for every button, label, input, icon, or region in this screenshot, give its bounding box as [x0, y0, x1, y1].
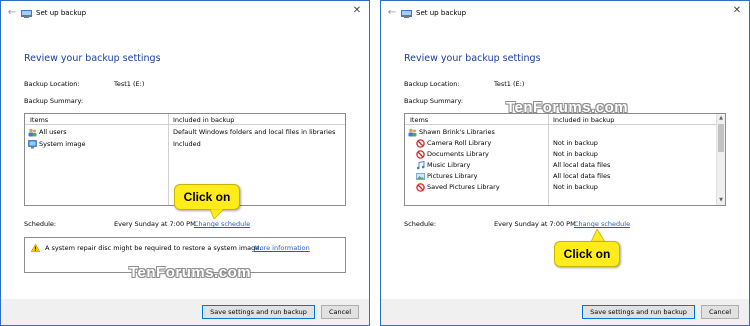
scroll-up-icon[interactable]: ▲	[717, 114, 725, 123]
warning-text: A system repair disc might be required t…	[45, 244, 262, 252]
backup-summary-label: Backup Summary:	[24, 97, 84, 105]
list-item[interactable]: Saved Pictures Library Not in backup	[405, 182, 725, 193]
blocked-icon	[416, 139, 425, 148]
click-on-callout: Click on	[174, 184, 240, 210]
backup-app-icon	[401, 10, 412, 18]
backup-location-value: Test1 (E:)	[114, 80, 145, 88]
schedule-label: Schedule:	[24, 220, 57, 228]
title-bar: ← Set up backup ✕	[1, 1, 369, 27]
list-item[interactable]: Shawn Brink's Libraries	[405, 127, 725, 138]
list-item[interactable]: Pictures Library All local data files	[405, 171, 725, 182]
list-item[interactable]: Music Library All local data files	[405, 160, 725, 171]
window-title: Set up backup	[416, 9, 467, 17]
column-included[interactable]: Included in backup	[553, 116, 614, 124]
list-item[interactable]: All users Default Windows folders and lo…	[25, 127, 345, 138]
list-item[interactable]: Camera Roll Library Not in backup	[405, 138, 725, 149]
backup-location-label: Backup Location:	[404, 80, 460, 88]
list-header: Items Included in backup	[405, 114, 716, 125]
page-heading: Review your backup settings	[404, 53, 541, 64]
setup-backup-window-left: ← Set up backup ✕ Review your backup set…	[0, 0, 370, 326]
close-icon[interactable]: ✕	[351, 5, 363, 17]
pictures-icon	[416, 173, 425, 180]
schedule-label: Schedule:	[404, 220, 437, 228]
list-scrollbar[interactable]: ▲ ▼	[716, 114, 725, 205]
button-bar: Save settings and run backup Cancel	[381, 299, 749, 325]
blocked-icon	[416, 150, 425, 159]
change-schedule-link[interactable]: Change schedule	[194, 220, 250, 228]
schedule-value: Every Sunday at 7:00 PM	[114, 220, 196, 228]
watermark: TenForums.com	[129, 264, 252, 281]
backup-summary-label: Backup Summary:	[404, 97, 464, 105]
setup-backup-window-right: ← Set up backup ✕ Review your backup set…	[380, 0, 750, 326]
callout-pointer-icon	[210, 209, 224, 219]
save-and-run-button[interactable]: Save settings and run backup	[582, 305, 695, 319]
page-heading: Review your backup settings	[24, 53, 161, 64]
scroll-down-icon[interactable]: ▼	[717, 196, 725, 205]
backup-summary-list[interactable]: Items Included in backup Shawn Brink's L…	[404, 113, 726, 206]
list-header: Items Included in backup	[25, 114, 345, 125]
cancel-button[interactable]: Cancel	[701, 305, 739, 319]
click-on-callout: Click on	[554, 241, 620, 267]
cancel-button[interactable]: Cancel	[321, 305, 359, 319]
users-icon	[28, 128, 37, 137]
monitor-icon	[28, 140, 37, 149]
list-item[interactable]: System image Included	[25, 139, 345, 150]
column-included[interactable]: Included in backup	[173, 116, 234, 124]
column-items[interactable]: Items	[30, 116, 48, 124]
back-arrow-icon[interactable]: ←	[6, 7, 18, 19]
more-information-link[interactable]: More information	[254, 244, 310, 252]
backup-location-value: Test1 (E:)	[494, 80, 525, 88]
blocked-icon	[416, 183, 425, 192]
schedule-value: Every Sunday at 7:00 PM	[494, 220, 576, 228]
title-bar: ← Set up backup ✕	[381, 1, 749, 27]
close-icon[interactable]: ✕	[731, 5, 743, 17]
warning-icon	[31, 244, 40, 252]
back-arrow-icon[interactable]: ←	[386, 7, 398, 19]
backup-location-label: Backup Location:	[24, 80, 80, 88]
column-items[interactable]: Items	[410, 116, 428, 124]
users-icon	[408, 128, 417, 137]
music-icon	[416, 161, 425, 170]
list-item[interactable]: Documents Library Not in backup	[405, 149, 725, 160]
save-and-run-button[interactable]: Save settings and run backup	[202, 305, 315, 319]
window-title: Set up backup	[36, 9, 87, 17]
scroll-thumb[interactable]	[718, 124, 724, 152]
backup-app-icon	[21, 10, 32, 18]
button-bar: Save settings and run backup Cancel	[1, 299, 369, 325]
change-schedule-link[interactable]: Change schedule	[574, 220, 630, 228]
